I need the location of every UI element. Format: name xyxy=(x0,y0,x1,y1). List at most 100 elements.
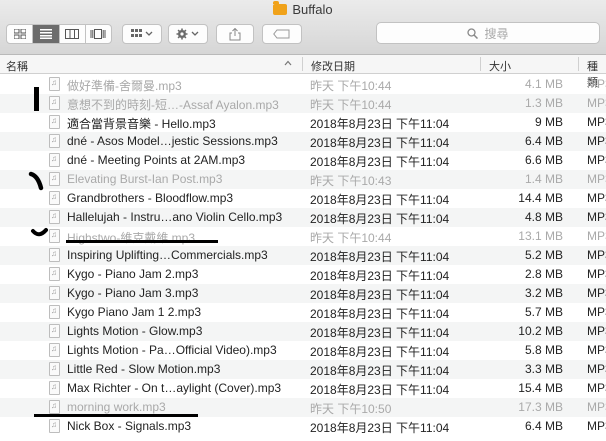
file-row[interactable]: dné - Meeting Points at 2AM.mp3 2018年8月2… xyxy=(0,151,606,170)
file-date: 2018年8月23日 下午11:04 xyxy=(310,212,450,226)
share-button[interactable] xyxy=(216,24,254,44)
file-row[interactable]: Grandbrothers - Bloodflow.mp3 2018年8月23日… xyxy=(0,189,606,208)
file-kind: MP3 xyxy=(587,324,606,338)
file-row[interactable]: Lights Motion - Pa…Official Video).mp3 2… xyxy=(0,341,606,360)
share-icon xyxy=(229,27,241,40)
view-mode-group xyxy=(6,24,112,44)
strikethrough-mark xyxy=(66,240,218,243)
column-divider[interactable] xyxy=(302,57,303,71)
file-name: dné - Asos Model…jestic Sessions.mp3 xyxy=(67,134,278,148)
file-date: 昨天 下午10:44 xyxy=(310,79,392,93)
file-kind: MP3 xyxy=(587,115,606,129)
file-row[interactable]: dné - Asos Model…jestic Sessions.mp3 201… xyxy=(0,132,606,151)
audio-file-icon xyxy=(49,400,60,414)
file-name: Lights Motion - Pa…Official Video).mp3 xyxy=(67,343,277,357)
list-view-button[interactable] xyxy=(33,25,60,43)
file-kind: MP3 xyxy=(587,362,606,376)
strikethrough-mark xyxy=(34,414,198,417)
file-size: 13.1 MB xyxy=(518,229,563,243)
file-row[interactable]: Nick Box - Signals.mp3 2018年8月23日 下午11:0… xyxy=(0,417,606,436)
audio-file-icon xyxy=(49,248,60,262)
file-row[interactable]: Kygo Piano Jam 1 2.mp3 2018年8月23日 下午11:0… xyxy=(0,303,606,322)
search-icon xyxy=(467,27,479,39)
gear-icon xyxy=(176,28,199,40)
audio-file-icon xyxy=(49,115,60,129)
file-name: Grandbrothers - Bloodflow.mp3 xyxy=(67,191,234,205)
file-date: 2018年8月23日 下午11:04 xyxy=(310,383,450,397)
file-name: Kygo - Piano Jam 2.mp3 xyxy=(67,267,199,281)
file-row[interactable]: Max Richter - On t…aylight (Cover).mp3 2… xyxy=(0,379,606,398)
file-kind: MP3 xyxy=(587,267,606,281)
file-name: Hallelujah - Instru…ano Violin Cello.mp3 xyxy=(67,210,283,224)
audio-file-icon xyxy=(49,305,60,319)
file-date: 2018年8月23日 下午11:04 xyxy=(310,136,450,150)
file-date: 2018年8月23日 下午11:04 xyxy=(310,421,450,435)
audio-file-icon xyxy=(49,210,60,224)
file-kind: MP3 xyxy=(587,191,606,205)
file-date: 2018年8月23日 下午11:04 xyxy=(310,345,450,359)
file-kind: MP3 xyxy=(587,381,606,395)
file-name: 適合當背景音樂 - Hello.mp3 xyxy=(67,117,216,131)
window-toolbar: Buffalo 搜尋 xyxy=(0,0,606,55)
search-field[interactable]: 搜尋 xyxy=(376,22,600,44)
file-name: 意想不到的時刻-短…-Assaf Ayalon.mp3 xyxy=(67,98,279,112)
icon-view-button[interactable] xyxy=(7,25,34,43)
file-date: 2018年8月23日 下午11:04 xyxy=(310,326,450,340)
file-date: 昨天 下午10:43 xyxy=(310,174,392,188)
file-kind: MP3 xyxy=(587,153,606,167)
file-kind: MP3 xyxy=(587,286,606,300)
audio-file-icon xyxy=(49,343,60,357)
file-name: Elevating Burst-Ian Post.mp3 xyxy=(67,172,223,186)
file-row[interactable]: Hallelujah - Instru…ano Violin Cello.mp3… xyxy=(0,208,606,227)
audio-file-icon xyxy=(49,362,60,376)
file-row[interactable]: Little Red - Slow Motion.mp3 2018年8月23日 … xyxy=(0,360,606,379)
cover-flow-button[interactable] xyxy=(86,25,111,43)
column-divider[interactable] xyxy=(578,57,579,71)
file-row[interactable]: Elevating Burst-Ian Post.mp3 昨天 下午10:43 … xyxy=(0,170,606,189)
handwritten-mark xyxy=(28,171,44,191)
arrange-button[interactable] xyxy=(122,24,162,44)
file-size: 6.6 MB xyxy=(524,153,563,167)
file-name: Little Red - Slow Motion.mp3 xyxy=(67,362,221,376)
file-row[interactable]: Inspiring Uplifting…Commercials.mp3 2018… xyxy=(0,246,606,265)
file-row[interactable]: 適合當背景音樂 - Hello.mp3 2018年8月23日 下午11:04 9… xyxy=(0,113,606,132)
folder-icon xyxy=(273,1,288,15)
file-row[interactable]: Lights Motion - Glow.mp3 2018年8月23日 下午11… xyxy=(0,322,606,341)
column-date-header[interactable]: 修改日期 xyxy=(311,58,355,74)
file-size: 1.4 MB xyxy=(524,172,563,186)
file-row[interactable]: Kygo - Piano Jam 2.mp3 2018年8月23日 下午11:0… xyxy=(0,265,606,284)
file-kind: MP3 xyxy=(587,305,606,319)
file-row[interactable]: Kygo - Piano Jam 3.mp3 2018年8月23日 下午11:0… xyxy=(0,284,606,303)
audio-file-icon xyxy=(49,153,60,167)
file-date: 2018年8月23日 下午11:04 xyxy=(310,364,450,378)
file-date: 2018年8月23日 下午11:04 xyxy=(310,269,450,283)
audio-file-icon xyxy=(49,172,60,186)
audio-file-icon xyxy=(49,96,60,110)
file-size: 5.2 MB xyxy=(524,248,563,262)
column-divider[interactable] xyxy=(480,57,481,71)
file-kind: MP3 xyxy=(587,134,606,148)
file-name: Max Richter - On t…aylight (Cover).mp3 xyxy=(67,381,282,395)
file-date: 2018年8月23日 下午11:04 xyxy=(310,155,450,169)
column-size-header[interactable]: 大小 xyxy=(489,58,511,74)
audio-file-icon xyxy=(49,191,60,205)
handwritten-mark xyxy=(34,87,39,111)
file-row[interactable]: Highstwo-維克戴維.mp3 昨天 下午10:44 13.1 MB MP3 xyxy=(0,227,606,246)
action-menu-button[interactable] xyxy=(168,24,208,44)
window-title-text: Buffalo xyxy=(292,2,333,17)
file-size: 10.2 MB xyxy=(518,324,563,338)
tags-button[interactable] xyxy=(262,24,302,44)
audio-file-icon xyxy=(49,419,60,433)
file-size: 5.7 MB xyxy=(524,305,563,319)
audio-file-icon xyxy=(49,286,60,300)
file-kind: MP3 xyxy=(587,343,606,357)
file-name: Kygo - Piano Jam 3.mp3 xyxy=(67,286,199,300)
file-kind: MP3 xyxy=(587,77,606,91)
column-view-button[interactable] xyxy=(60,25,86,43)
file-kind: MP3 xyxy=(587,400,606,414)
file-row[interactable]: 意想不到的時刻-短…-Assaf Ayalon.mp3 昨天 下午10:44 1… xyxy=(0,94,606,113)
file-row[interactable]: 做好準備-舍爾曼.mp3 昨天 下午10:44 4.1 MB MP3 xyxy=(0,75,606,94)
column-name-header[interactable]: 名稱 xyxy=(6,58,28,74)
file-name: dné - Meeting Points at 2AM.mp3 xyxy=(67,153,246,167)
audio-file-icon xyxy=(49,229,60,243)
